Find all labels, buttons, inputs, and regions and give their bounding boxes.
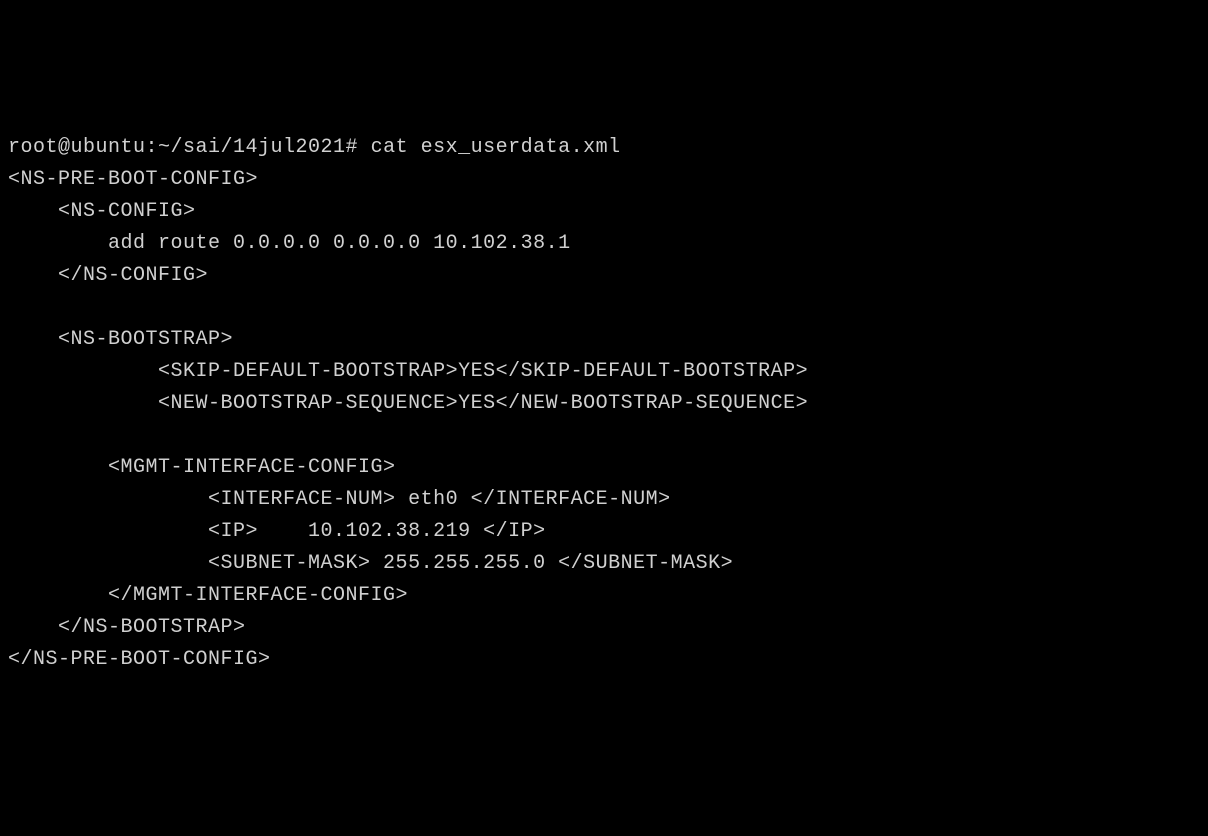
output-line: <NEW-BOOTSTRAP-SEQUENCE>YES</NEW-BOOTSTR… [8, 392, 808, 415]
terminal-output[interactable]: root@ubuntu:~/sai/14jul2021# cat esx_use… [8, 132, 1200, 676]
output-line: <MGMT-INTERFACE-CONFIG> [8, 456, 396, 479]
output-line: <NS-CONFIG> [8, 200, 196, 223]
output-line: </NS-CONFIG> [8, 264, 208, 287]
output-line: <SUBNET-MASK> 255.255.255.0 </SUBNET-MAS… [8, 552, 733, 575]
output-line: </NS-PRE-BOOT-CONFIG> [8, 648, 271, 671]
output-line: <NS-PRE-BOOT-CONFIG> [8, 168, 258, 191]
output-line: </MGMT-INTERFACE-CONFIG> [8, 584, 408, 607]
output-line: <NS-BOOTSTRAP> [8, 328, 233, 351]
shell-command: cat esx_userdata.xml [371, 136, 621, 159]
shell-prompt: root@ubuntu:~/sai/14jul2021# [8, 136, 371, 159]
output-line: </NS-BOOTSTRAP> [8, 616, 246, 639]
output-line: add route 0.0.0.0 0.0.0.0 10.102.38.1 [8, 232, 571, 255]
output-line: <SKIP-DEFAULT-BOOTSTRAP>YES</SKIP-DEFAUL… [8, 360, 808, 383]
output-line: <IP> 10.102.38.219 </IP> [8, 520, 546, 543]
output-line: <INTERFACE-NUM> eth0 </INTERFACE-NUM> [8, 488, 671, 511]
